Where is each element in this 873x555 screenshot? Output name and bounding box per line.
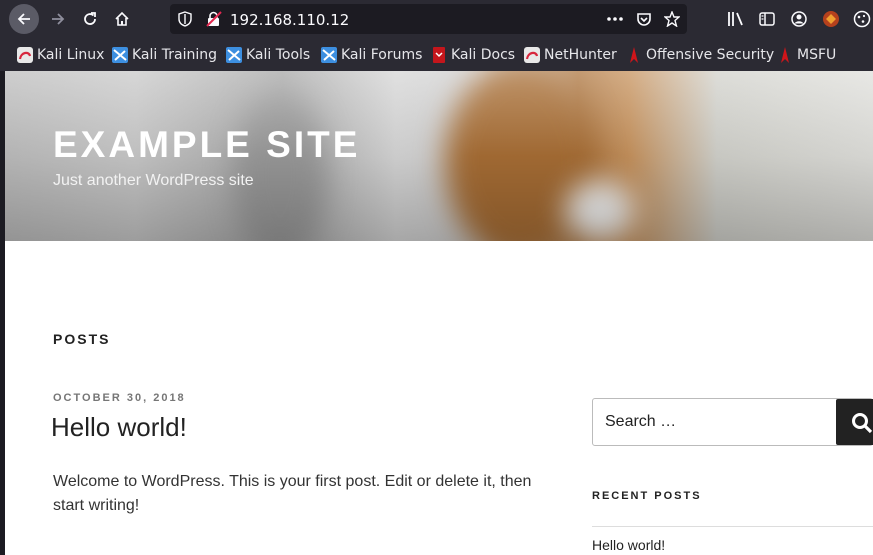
kali-dragon-icon: [17, 47, 33, 63]
url-bar[interactable]: 192.168.110.12: [170, 4, 687, 34]
bookmark-kali-forums[interactable]: Kali Forums: [321, 45, 422, 65]
post-title[interactable]: Hello world!: [51, 412, 187, 443]
site-header: EXAMPLE SITE Just another WordPress site: [5, 71, 873, 241]
bookmark-msfu[interactable]: MSFU: [777, 45, 836, 65]
extension-icon[interactable]: [821, 9, 841, 29]
divider: [592, 526, 873, 527]
search-input[interactable]: [592, 398, 873, 446]
arrow-left-icon: [17, 13, 30, 25]
reload-icon: [84, 12, 96, 25]
nethunter-icon: [524, 47, 540, 63]
bookmarks-toolbar: Kali Linux Kali Training Kali Tools Kali…: [0, 38, 873, 72]
kali-docs-icon: [433, 47, 445, 63]
reload-button[interactable]: [75, 4, 105, 34]
site-tagline: Just another WordPress site: [53, 172, 254, 189]
kali-tools-icon: [226, 47, 242, 63]
search-button[interactable]: [836, 399, 873, 445]
recent-post-link[interactable]: Hello world!: [592, 537, 665, 553]
library-icon[interactable]: [726, 9, 746, 29]
kali-forums-icon: [321, 47, 337, 63]
post-excerpt: Welcome to WordPress. This is your first…: [53, 473, 532, 514]
arrow-right-icon: [52, 13, 65, 25]
back-button[interactable]: [9, 4, 39, 34]
bookmark-label: Kali Training: [132, 47, 217, 63]
sidebar-icon[interactable]: [757, 9, 777, 29]
shield-icon[interactable]: [178, 11, 192, 27]
bookmark-kali-linux[interactable]: Kali Linux: [17, 45, 104, 65]
insecure-lock-icon[interactable]: [206, 11, 222, 27]
star-icon[interactable]: [664, 11, 680, 27]
offsec-icon: [630, 47, 638, 63]
kali-training-icon: [112, 47, 128, 63]
bookmark-kali-tools[interactable]: Kali Tools: [226, 45, 310, 65]
bookmark-kali-docs[interactable]: Kali Docs: [431, 45, 515, 65]
bookmark-label: Offensive Security: [646, 47, 775, 63]
home-icon: [115, 11, 129, 26]
browser-toolbar: 192.168.110.12: [0, 0, 873, 38]
page-actions-icon[interactable]: [606, 12, 624, 26]
bookmark-offensive-security[interactable]: Offensive Security: [626, 45, 774, 65]
bookmark-label: Kali Docs: [451, 47, 516, 63]
bookmark-label: Kali Tools: [246, 47, 311, 63]
forward-button[interactable]: [43, 4, 73, 34]
bookmark-label: Kali Linux: [37, 47, 105, 63]
site-title[interactable]: EXAMPLE SITE: [53, 124, 360, 166]
bookmark-label: NetHunter: [544, 47, 617, 63]
account-icon[interactable]: [789, 9, 809, 29]
cookie-extension-icon[interactable]: [852, 9, 872, 29]
recent-posts-heading: RECENT POSTS: [592, 490, 702, 502]
bookmark-label: Kali Forums: [341, 47, 423, 63]
msfu-icon: [781, 47, 789, 63]
bookmark-kali-training[interactable]: Kali Training: [112, 45, 217, 65]
url-text[interactable]: 192.168.110.12: [230, 11, 349, 29]
bookmark-nethunter[interactable]: NetHunter: [524, 45, 617, 65]
bookmark-label: MSFU: [797, 47, 837, 63]
search-icon: [852, 413, 873, 434]
home-button[interactable]: [107, 4, 137, 34]
search-form: [592, 398, 873, 446]
pocket-icon[interactable]: [636, 11, 652, 27]
posts-heading: POSTS: [53, 331, 111, 347]
post-date[interactable]: OCTOBER 30, 2018: [53, 392, 186, 404]
